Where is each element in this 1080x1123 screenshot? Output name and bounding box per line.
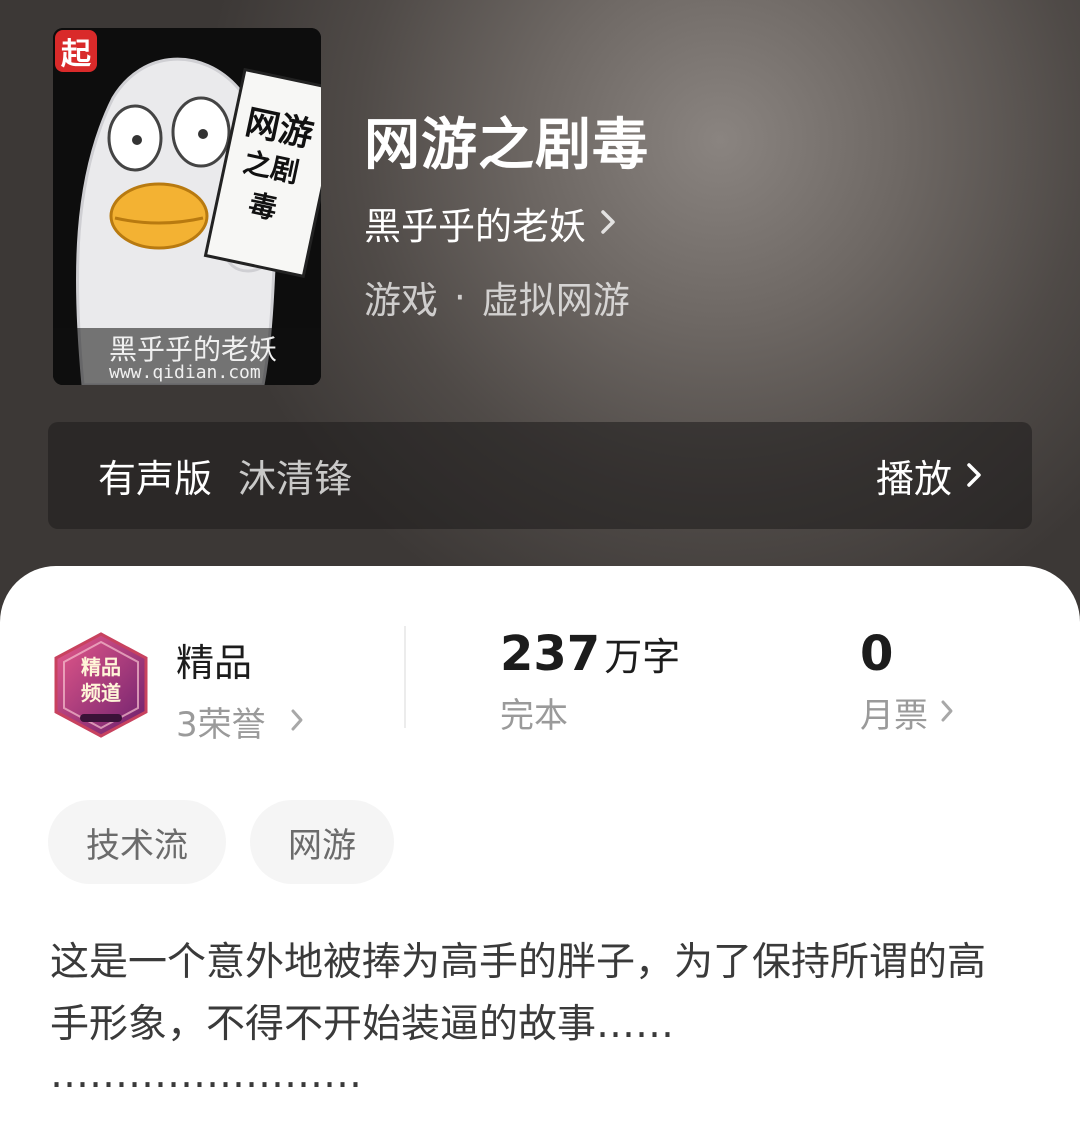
badge-text-line-1: 精品 <box>81 655 121 679</box>
cover-sign-line-2: 之剧毒 <box>240 145 302 226</box>
honors-stat[interactable]: 精品 3荣誉 <box>176 632 304 746</box>
audio-label: 有声版 <box>98 457 213 501</box>
honors-count: 3荣誉 <box>176 705 266 745</box>
monthly-votes-row: 月票 <box>860 688 954 737</box>
tag-chip[interactable]: 技术流 <box>48 800 226 884</box>
honors-row: 3荣誉 <box>176 697 304 746</box>
word-count-stat: 237 万字 完本 <box>500 626 680 737</box>
chevron-right-icon <box>940 693 954 733</box>
play-label: 播放 <box>875 457 952 501</box>
badge-text-line-2: 频道 <box>81 681 121 705</box>
badge-text: 精品 频道 <box>50 654 152 706</box>
genre[interactable]: 游戏 <box>364 270 438 324</box>
chevron-right-icon <box>966 454 982 498</box>
audio-narrator: 沐清锋 <box>238 457 353 501</box>
chevron-right-icon <box>290 702 304 742</box>
cover-site-text: www.qidian.com <box>109 362 261 383</box>
author-link[interactable]: 黑乎乎的老妖 <box>364 196 616 250</box>
badge-title: 精品 <box>176 641 253 685</box>
premium-badge-icon[interactable]: 精品 频道 <box>50 632 152 738</box>
play-button[interactable]: 播放 <box>876 448 982 503</box>
cover-logo-char: 起 <box>61 37 91 72</box>
genre-separator: · <box>454 275 466 319</box>
book-description[interactable]: 这是一个意外地被捧为高手的胖子，为了保持所谓的高手形象，不得不开始装逼的故事…… <box>50 932 1010 1056</box>
cover-logo: 起 <box>55 30 97 72</box>
status-label: 完本 <box>500 696 568 736</box>
audio-version-bar[interactable]: 有声版 沐清锋 播放 <box>48 422 1032 529</box>
author-name: 黑乎乎的老妖 <box>364 205 586 248</box>
subgenre[interactable]: 虚拟网游 <box>482 270 630 324</box>
monthly-votes-label: 月票 <box>860 696 928 736</box>
description-continuation: …………………… <box>50 1052 362 1097</box>
tag-list: 技术流 网游 <box>48 800 418 884</box>
book-cover[interactable]: 起 网游 之剧毒 黑乎乎的老妖 www.qidian.com <box>53 28 321 385</box>
completion-status: 完本 <box>500 688 680 737</box>
word-count-value: 237 <box>500 626 601 682</box>
word-count-unit: 万字 <box>604 635 681 679</box>
stat-divider <box>404 626 406 728</box>
genre-row: 游戏 · 虚拟网游 <box>364 270 630 324</box>
monthly-votes-stat[interactable]: 0 月票 <box>860 626 954 737</box>
chevron-right-icon <box>600 202 616 245</box>
book-title: 网游之剧毒 <box>364 112 649 178</box>
monthly-votes-value: 0 <box>860 626 894 682</box>
tag-chip[interactable]: 网游 <box>250 800 394 884</box>
